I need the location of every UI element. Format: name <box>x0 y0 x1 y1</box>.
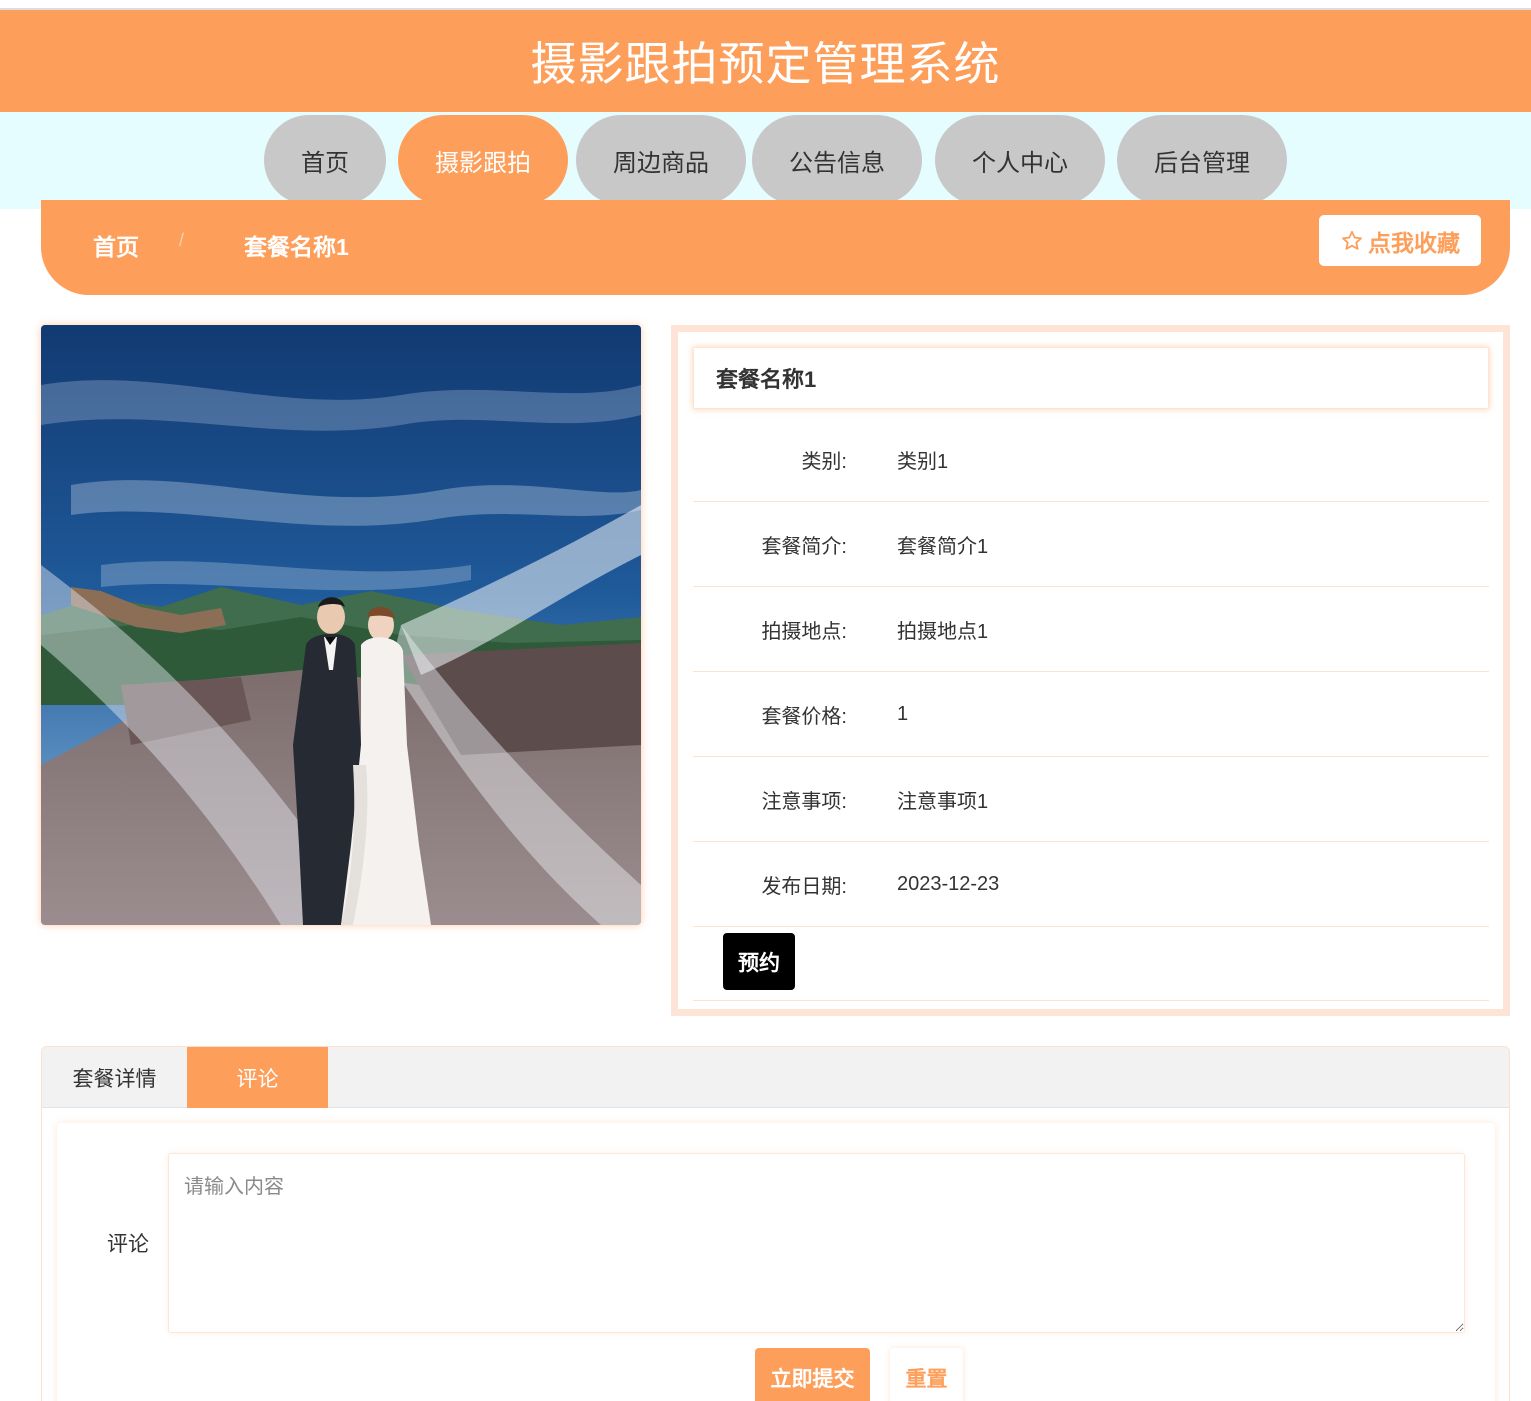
main-nav: 首页 摄影跟拍 周边商品 公告信息 个人中心 后台管理 <box>0 112 1531 209</box>
site-header: 摄影跟拍预定管理系统 <box>0 10 1531 112</box>
field-label: 注意事项: <box>761 791 847 813</box>
tab-bar: 套餐详情 评论 <box>42 1047 1509 1108</box>
field-label: 套餐简介: <box>761 536 847 558</box>
field-label: 类别: <box>801 451 847 473</box>
field-row-notes: 注意事项: 注意事项1 <box>693 757 1489 842</box>
field-value: 注意事项1 <box>897 791 989 813</box>
comment-form: 评论 立即提交 重置 <box>57 1123 1495 1401</box>
book-row: 预约 <box>693 924 1489 1001</box>
breadcrumb-separator: / <box>179 230 185 250</box>
package-photo <box>41 325 641 925</box>
nav-item-admin[interactable]: 后台管理 <box>1117 115 1287 205</box>
field-row-location: 拍摄地点: 拍摄地点1 <box>693 587 1489 672</box>
field-row-category: 类别: 类别1 <box>693 417 1489 502</box>
favorite-button[interactable]: 点我收藏 <box>1319 215 1481 266</box>
top-divider <box>0 0 1531 10</box>
comment-label: 评论 <box>107 1233 149 1256</box>
tab-package-details[interactable]: 套餐详情 <box>42 1047 187 1108</box>
field-row-price: 套餐价格: 1 <box>693 672 1489 757</box>
field-value: 1 <box>897 703 909 725</box>
wedding-photo-image <box>41 325 641 925</box>
detail-tabs-card: 套餐详情 评论 评论 立即提交 重置 <box>41 1046 1510 1401</box>
field-value: 2023-12-23 <box>897 873 1000 895</box>
package-info-panel: 套餐名称1 类别: 类别1 套餐简介: 套餐简介1 拍摄地点: 拍摄地点1 套餐… <box>671 325 1510 1016</box>
star-outline-icon <box>1342 230 1362 250</box>
field-value: 类别1 <box>897 451 949 473</box>
field-value: 拍摄地点1 <box>897 621 989 643</box>
reset-button[interactable]: 重置 <box>890 1348 963 1401</box>
field-row-publish-date: 发布日期: 2023-12-23 <box>693 842 1489 927</box>
field-label: 拍摄地点: <box>761 621 847 643</box>
breadcrumb-current: 套餐名称1 <box>244 234 349 260</box>
submit-button[interactable]: 立即提交 <box>755 1348 870 1401</box>
field-label: 套餐价格: <box>761 706 847 728</box>
book-button[interactable]: 预约 <box>723 933 795 990</box>
breadcrumb: 首页 / 套餐名称1 点我收藏 <box>41 200 1510 295</box>
nav-item-photography[interactable]: 摄影跟拍 <box>398 115 568 205</box>
site-title: 摄影跟拍预定管理系统 <box>530 38 1001 90</box>
nav-item-profile[interactable]: 个人中心 <box>935 115 1105 205</box>
field-label: 发布日期: <box>761 876 847 898</box>
favorite-label: 点我收藏 <box>1368 229 1460 256</box>
nav-item-home[interactable]: 首页 <box>264 115 386 205</box>
nav-item-announcements[interactable]: 公告信息 <box>752 115 922 205</box>
breadcrumb-home[interactable]: 首页 <box>93 228 139 262</box>
comment-input[interactable] <box>168 1153 1465 1333</box>
nav-item-merchandise[interactable]: 周边商品 <box>576 115 746 205</box>
tab-comments[interactable]: 评论 <box>187 1047 328 1108</box>
field-value: 套餐简介1 <box>897 536 989 558</box>
package-title: 套餐名称1 <box>693 347 1489 409</box>
field-row-summary: 套餐简介: 套餐简介1 <box>693 502 1489 587</box>
